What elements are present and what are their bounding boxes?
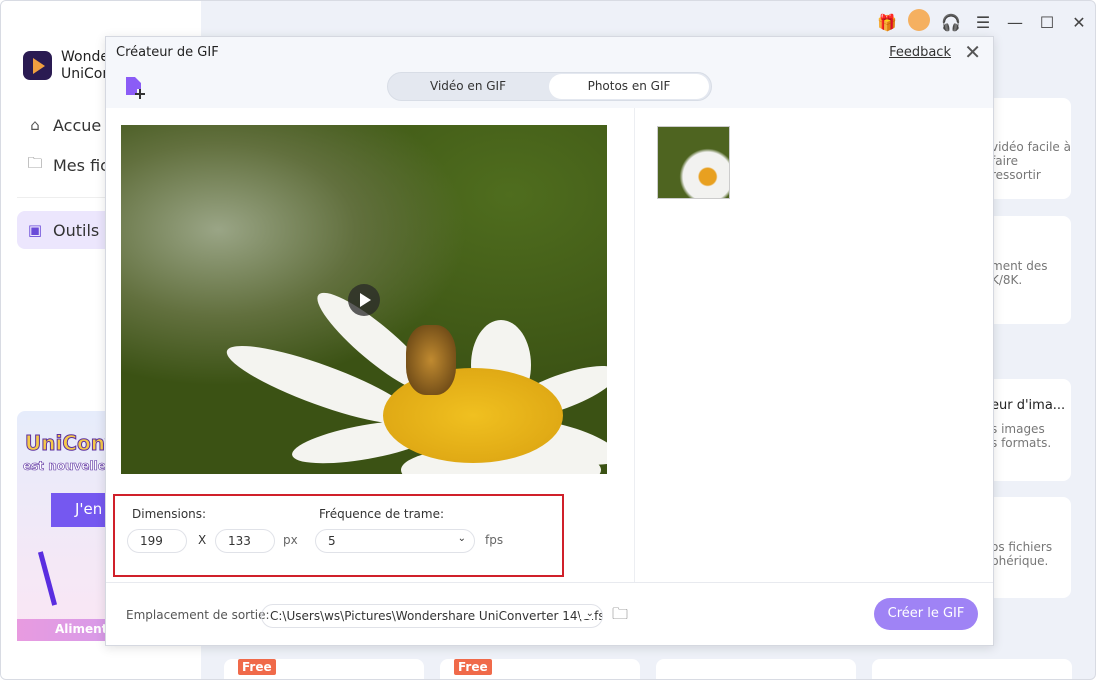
- sidebar-item-label: Mes fic: [53, 155, 109, 175]
- preview-image: [121, 125, 607, 474]
- frame-rate-value: 5: [328, 534, 336, 548]
- card-desc: phérique.: [991, 554, 1049, 568]
- play-icon[interactable]: [348, 284, 380, 316]
- avatar[interactable]: [903, 9, 935, 35]
- dimensions-label: Dimensions:: [132, 507, 207, 521]
- card-desc: os fichiers: [991, 540, 1053, 554]
- feedback-link[interactable]: Feedback: [889, 45, 951, 60]
- divider: [634, 108, 635, 582]
- card-desc: s formats.: [991, 436, 1052, 450]
- tool-card[interactable]: [872, 659, 1072, 679]
- card-desc: ment des: [991, 259, 1048, 273]
- app-logo: [23, 51, 52, 80]
- card-desc: K/8K.: [991, 273, 1023, 287]
- width-input[interactable]: 199: [127, 529, 187, 553]
- card-title: eur d'ima...: [991, 398, 1066, 413]
- chevron-down-icon: ⌄: [457, 533, 466, 544]
- height-input[interactable]: 133: [215, 529, 275, 553]
- frame-rate-select[interactable]: 5 ⌄: [315, 529, 475, 553]
- output-path-value: C:\Users\ws\Pictures\Wondershare UniConv…: [270, 609, 603, 623]
- title-bar-controls: 🎁 🎧 ☰ — ☐ ✕: [871, 9, 1095, 35]
- folder-icon: 🗀: [27, 153, 43, 172]
- card-desc: s images: [991, 422, 1045, 436]
- brand-name: Wonde UniCon: [61, 49, 111, 83]
- menu-icon[interactable]: ☰: [967, 13, 999, 32]
- tab-video-to-gif[interactable]: Vidéo en GIF: [388, 74, 548, 99]
- card-desc: vidéo facile à: [991, 140, 1071, 154]
- app-window: Wonde UniCon ⌂ Accue 🗀 Mes fic ▣ Outils UniC…: [0, 0, 1096, 680]
- dialog-title: Créateur de GIF: [116, 45, 219, 60]
- tool-card[interactable]: Free: [440, 659, 640, 679]
- chevron-down-icon: ⌄: [579, 608, 594, 619]
- home-icon: ⌂: [30, 116, 40, 134]
- sidebar-item-label: Outils: [53, 220, 100, 240]
- tab-photos-to-gif[interactable]: Photos en GIF: [549, 74, 709, 99]
- headset-icon[interactable]: 🎧: [935, 13, 967, 32]
- sidebar-item-label: Accue: [53, 115, 102, 135]
- minimize-icon[interactable]: —: [999, 13, 1031, 32]
- photo-thumbnail[interactable]: [657, 126, 730, 199]
- free-badge: Free: [454, 659, 492, 675]
- close-icon[interactable]: ✕: [964, 40, 981, 64]
- frame-rate-label: Fréquence de trame:: [319, 507, 445, 521]
- card-desc: faire ressortir: [991, 154, 1041, 182]
- output-location-label: Emplacement de sortie:: [126, 608, 270, 622]
- free-badge: Free: [238, 659, 276, 675]
- mode-tabs: Vidéo en GIF Photos en GIF: [387, 72, 712, 101]
- dimension-separator: X: [198, 533, 207, 547]
- gift-icon[interactable]: 🎁: [871, 13, 903, 32]
- folder-icon[interactable]: 🗀: [612, 603, 628, 630]
- promo-illustration: [37, 551, 58, 606]
- gif-creator-dialog: Créateur de GIF Feedback ✕ Vidéo en GIF …: [105, 36, 994, 646]
- create-gif-button[interactable]: Créer le GIF: [874, 598, 978, 630]
- tool-card[interactable]: [656, 659, 856, 679]
- fps-unit: fps: [485, 533, 504, 547]
- px-unit: px: [283, 533, 298, 547]
- close-window-icon[interactable]: ✕: [1063, 13, 1095, 32]
- brand-line1: Wonde: [61, 49, 109, 65]
- dialog-footer: Emplacement de sortie: C:\Users\ws\Pictu…: [106, 582, 993, 647]
- brand-line2: UniCon: [61, 66, 112, 82]
- add-file-icon[interactable]: [124, 75, 150, 101]
- output-path-select[interactable]: C:\Users\ws\Pictures\Wondershare UniConv…: [261, 604, 603, 628]
- tool-card[interactable]: Free: [224, 659, 424, 679]
- toolbox-icon: ▣: [27, 221, 43, 239]
- maximize-icon[interactable]: ☐: [1031, 13, 1063, 32]
